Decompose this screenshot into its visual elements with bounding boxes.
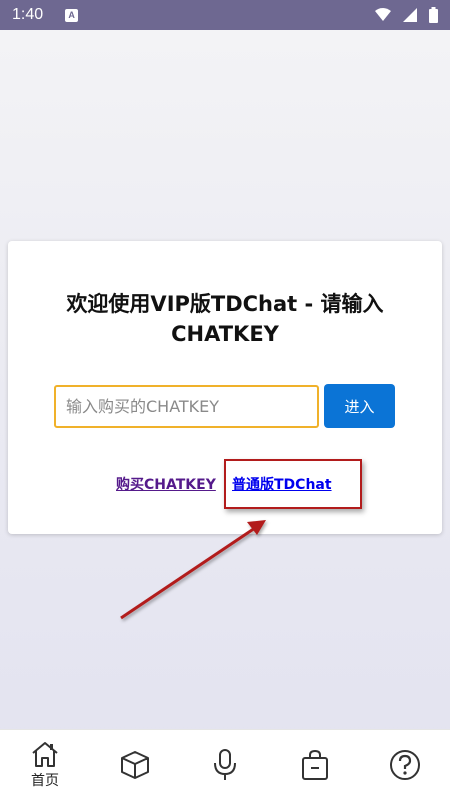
nav-item-shop[interactable]: [270, 730, 360, 800]
nav-item-voice[interactable]: [180, 730, 270, 800]
nav-item-help[interactable]: [360, 730, 450, 800]
buy-chatkey-link[interactable]: 购买CHATKEY: [116, 474, 216, 494]
nav-item-cube[interactable]: [90, 730, 180, 800]
microphone-icon: [214, 749, 236, 780]
wifi-icon: [375, 8, 391, 21]
highlight-box: [224, 459, 362, 509]
status-icons: [375, 7, 438, 23]
enter-button[interactable]: 进入: [324, 384, 395, 428]
chatkey-input[interactable]: [54, 385, 319, 428]
cube-icon: [121, 751, 149, 779]
status-time: 1:40: [12, 6, 44, 23]
help-icon: [390, 750, 420, 780]
battery-icon: [429, 7, 438, 23]
shopping-bag-icon: [302, 749, 328, 780]
bottom-nav: 首页: [0, 729, 450, 800]
signal-icon: [403, 8, 417, 22]
nav-item-home[interactable]: 首页: [0, 730, 90, 800]
home-icon: [32, 742, 58, 767]
notification-badge-icon: A: [65, 8, 79, 22]
title-line-2: CHATKEY: [171, 322, 279, 346]
nav-label-home: 首页: [31, 773, 59, 789]
page-title: 欢迎使用VIP版TDChat - 请输入 CHATKEY: [8, 289, 442, 349]
status-bar: 1:40 A: [0, 0, 450, 30]
title-line-1: 欢迎使用VIP版TDChat - 请输入: [66, 292, 384, 316]
